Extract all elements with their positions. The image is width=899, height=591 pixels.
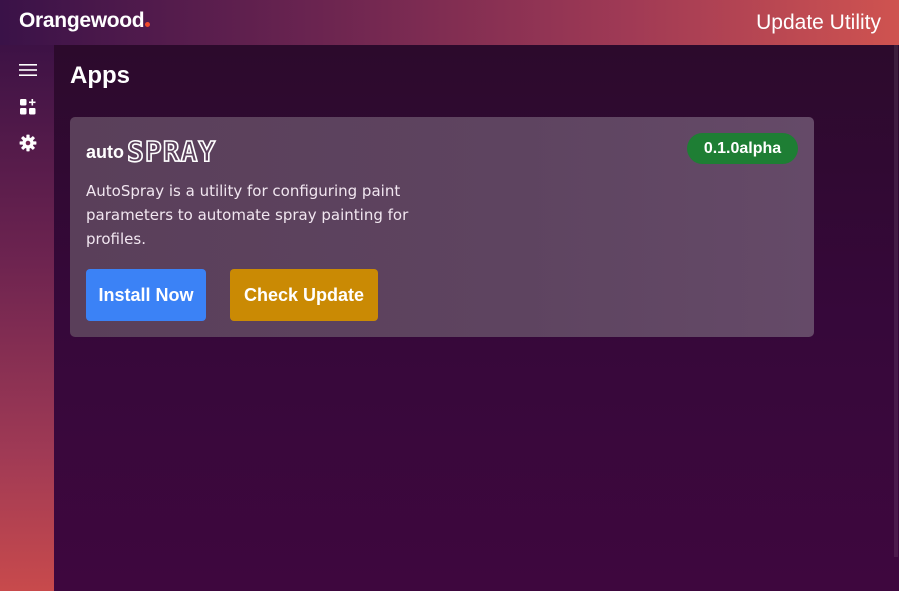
app-card-autospray: auto SPRAY 0.1.0alpha AutoSpray is a uti… bbox=[70, 117, 814, 337]
app-window: Orangewood Update Utility Apps auto SPRA… bbox=[0, 0, 899, 591]
logo-text: Orangewood bbox=[19, 9, 145, 32]
svg-text:SPRAY: SPRAY bbox=[127, 135, 216, 167]
app-description: AutoSpray is a utility for configuring p… bbox=[86, 182, 409, 248]
autospray-logo: auto SPRAY bbox=[86, 135, 226, 167]
main-content: Apps auto SPRAY 0.1.0alpha AutoSpray is … bbox=[54, 45, 899, 591]
orangewood-logo: Orangewood bbox=[19, 9, 151, 33]
top-bar: Orangewood Update Utility bbox=[0, 0, 899, 45]
sidebar bbox=[0, 45, 54, 591]
version-badge: 0.1.0alpha bbox=[687, 133, 798, 164]
page-title: Apps bbox=[70, 62, 130, 89]
app-title: Update Utility bbox=[756, 11, 881, 34]
install-now-button[interactable]: Install Now bbox=[86, 269, 206, 321]
spray-wordmark: SPRAY bbox=[126, 135, 216, 167]
check-update-button[interactable]: Check Update bbox=[230, 269, 378, 321]
menu-icon[interactable] bbox=[17, 59, 39, 81]
gear-icon[interactable] bbox=[17, 132, 39, 154]
logo-dot bbox=[145, 22, 151, 27]
brand-prefix: auto bbox=[86, 142, 124, 162]
scrollbar[interactable] bbox=[894, 45, 898, 557]
apps-icon[interactable] bbox=[17, 96, 39, 118]
